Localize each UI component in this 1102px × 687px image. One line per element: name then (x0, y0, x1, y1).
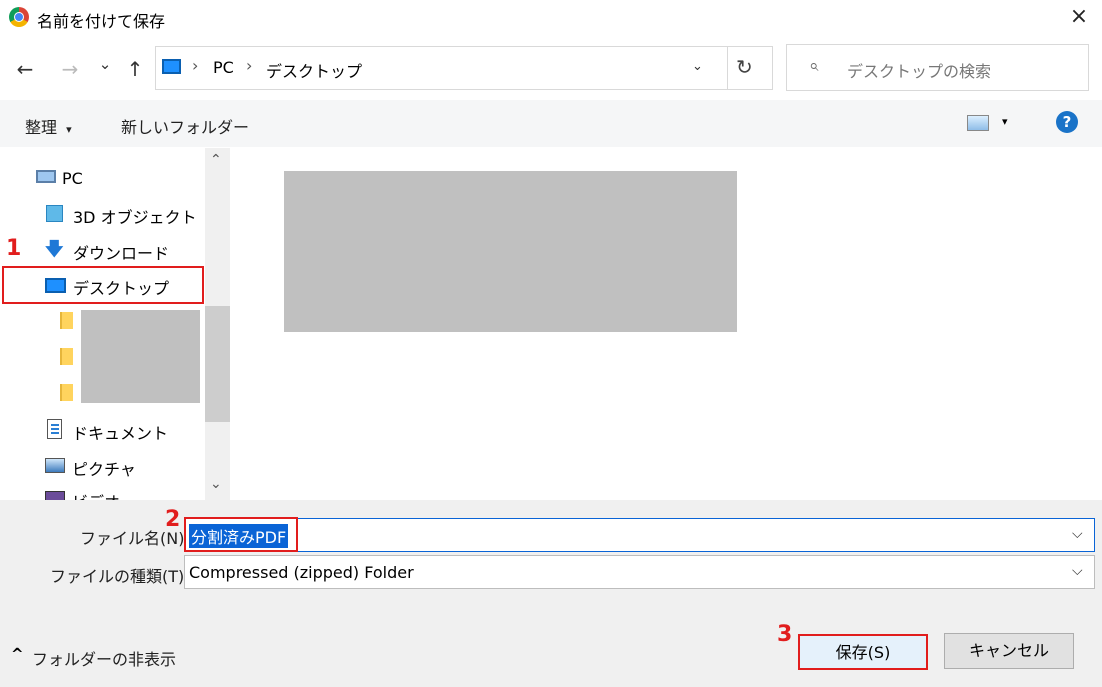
address-dropdown-icon[interactable]: ⌄ (692, 59, 703, 74)
scroll-up-icon[interactable]: ⌃ (210, 152, 222, 168)
chevron-down-icon[interactable]: ⌵ (1072, 526, 1083, 542)
sidebar-item-documents[interactable]: ドキュメント (72, 420, 168, 444)
step-2-marker: 2 (165, 507, 181, 532)
sidebar-item-downloads[interactable]: ダウンロード (73, 240, 169, 264)
sidebar-item-pictures[interactable]: ピクチャ (72, 456, 136, 480)
help-icon[interactable]: ? (1056, 111, 1078, 133)
desktop-icon (162, 59, 181, 74)
sidebar-item-3d-objects[interactable]: 3D オブジェクト (73, 204, 197, 228)
search-box[interactable]: ⌕ デスクトップの検索 (786, 44, 1089, 91)
up-arrow-icon[interactable]: ↑ (123, 57, 147, 81)
folder-icon (60, 384, 73, 401)
search-icon: ⌕ (809, 56, 819, 76)
save-button[interactable]: 保存(S) (798, 634, 928, 670)
window-title: 名前を付けて保存 (37, 12, 166, 31)
filetype-select[interactable]: Compressed (zipped) Folder ⌵ (184, 555, 1095, 589)
caret-up-icon[interactable]: ^ (11, 645, 24, 663)
breadcrumb-pc[interactable]: PC (213, 58, 234, 77)
forward-arrow-icon[interactable]: → (58, 57, 82, 81)
navigation-pane[interactable]: PC 3D オブジェクト 🡇 ダウンロード デスクトップ ドキュメント ピクチャ… (0, 148, 230, 500)
refresh-icon[interactable]: ↻ (736, 55, 753, 79)
sidebar-item-videos[interactable]: ビデオ (72, 489, 120, 500)
search-placeholder: デスクトップの検索 (847, 62, 992, 81)
recent-locations-chevron-icon[interactable]: ⌄ (93, 55, 117, 73)
step-3-marker: 3 (777, 622, 793, 647)
caret-down-icon: ▾ (66, 123, 72, 136)
view-icon[interactable] (967, 115, 989, 131)
address-bar[interactable]: › PC › デスクトップ ⌄ ↻ (155, 46, 773, 90)
scrollbar-thumb[interactable] (205, 306, 230, 422)
filetype-label: ファイルの種類(T): (50, 567, 190, 586)
filename-highlight-box (184, 517, 298, 552)
picture-icon (45, 458, 65, 473)
filetype-value: Compressed (zipped) Folder (189, 563, 414, 582)
scroll-down-icon[interactable]: ⌄ (210, 476, 222, 492)
title-bar: 名前を付けて保存 × (0, 0, 1102, 36)
view-caret-icon[interactable]: ▾ (1002, 115, 1008, 128)
folder-icon (60, 312, 73, 329)
filename-field[interactable]: 分割済みPDF ⌵ (184, 518, 1095, 552)
chrome-icon (9, 7, 29, 27)
new-folder-button[interactable]: 新しいフォルダー (121, 114, 249, 138)
divider (727, 47, 728, 89)
cube-icon (46, 205, 63, 222)
video-icon (45, 491, 65, 500)
step-1-marker: 1 (6, 236, 22, 261)
chevron-down-icon[interactable]: ⌵ (1072, 563, 1083, 579)
document-icon (47, 419, 62, 439)
organize-label: 整理 (25, 118, 58, 137)
breadcrumb-separator[interactable]: › (192, 56, 198, 75)
close-icon[interactable]: × (1068, 4, 1090, 29)
redacted-file-list (284, 171, 737, 332)
breadcrumb-separator[interactable]: › (246, 56, 252, 75)
redacted-folder-names (81, 310, 200, 403)
pc-icon (36, 170, 56, 183)
download-icon: 🡇 (45, 239, 64, 260)
folder-icon (60, 348, 73, 365)
cancel-button[interactable]: キャンセル (944, 633, 1074, 669)
organize-button[interactable]: 整理 ▾ (25, 114, 72, 138)
hide-folders-button[interactable]: フォルダーの非表示 (32, 646, 176, 670)
sidebar-item-pc[interactable]: PC (62, 169, 83, 188)
command-bar: 整理 ▾ 新しいフォルダー ▾ ? (0, 100, 1102, 147)
breadcrumb-desktop[interactable]: デスクトップ (266, 58, 362, 82)
back-arrow-icon[interactable]: ← (13, 57, 37, 81)
desktop-icon (45, 278, 66, 293)
sidebar-item-desktop[interactable]: デスクトップ (73, 275, 169, 299)
